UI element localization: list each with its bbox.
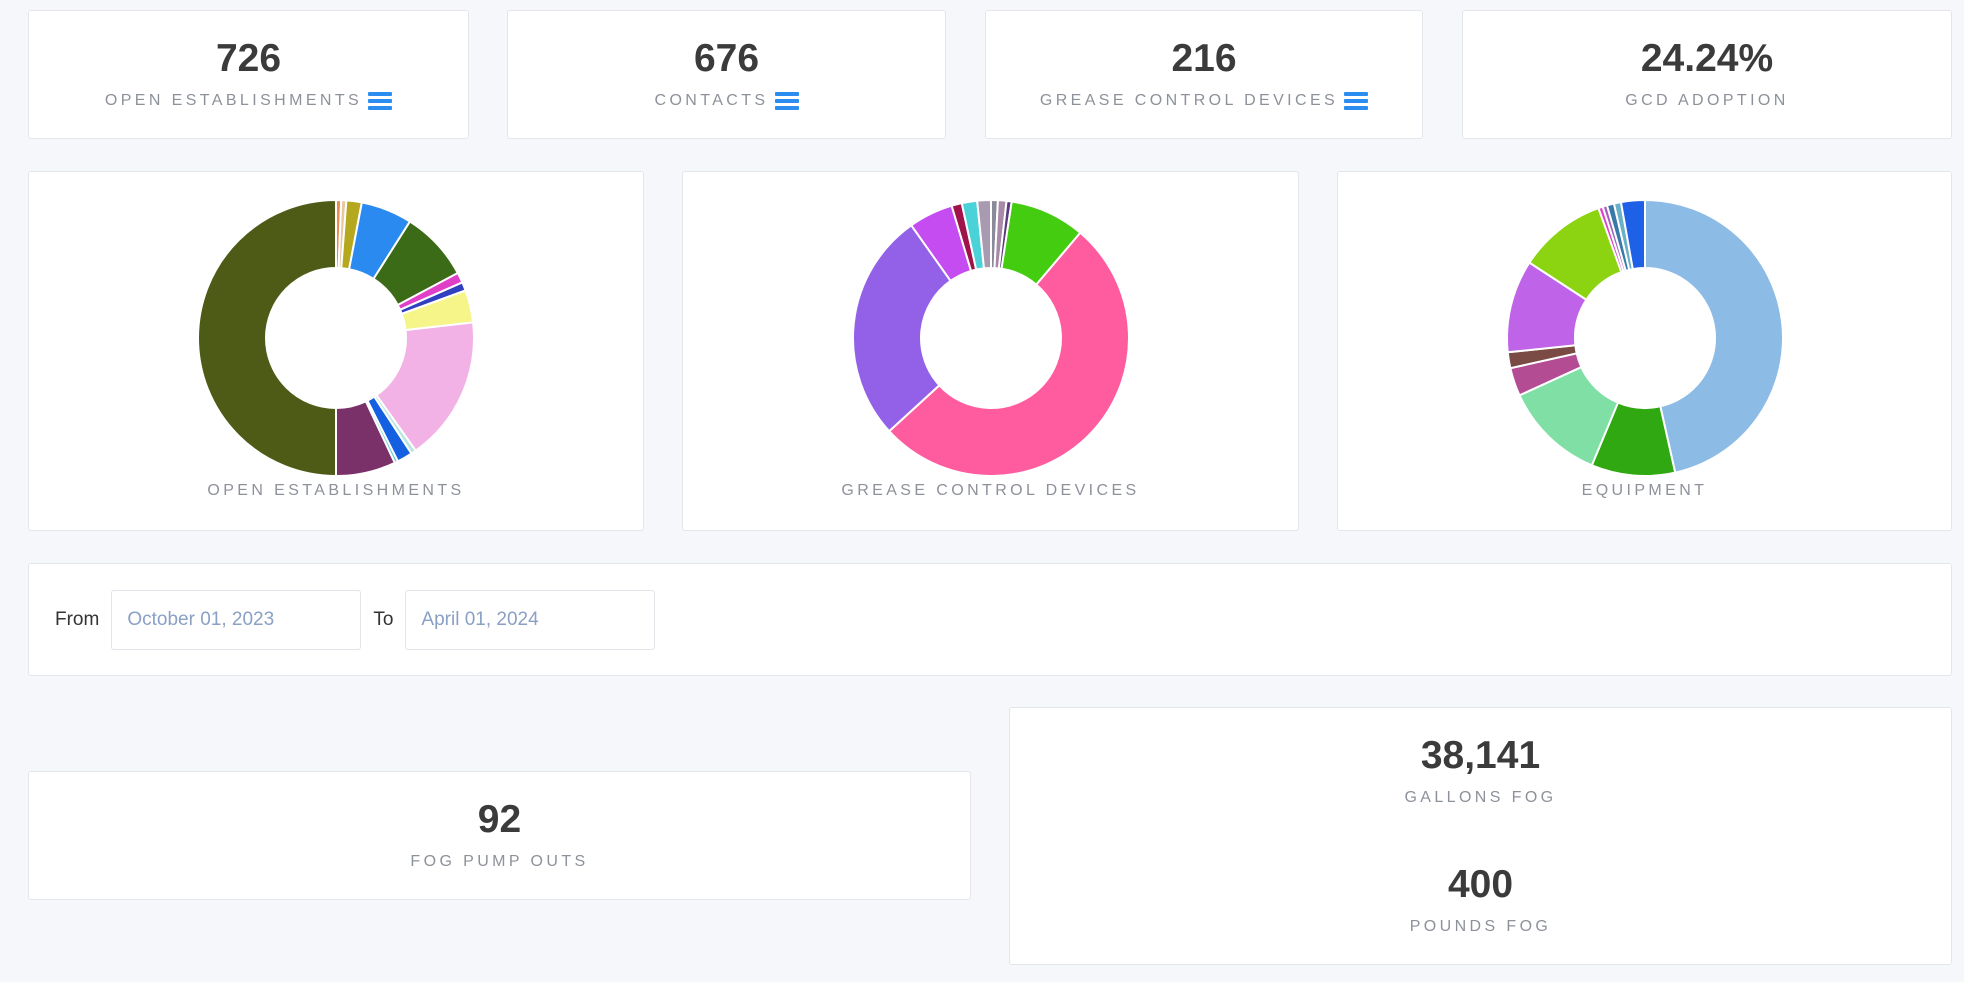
stat-value: 92 [477,798,522,841]
from-date-input[interactable] [111,589,362,650]
stat-label: FOG PUMP OUTS [410,853,589,870]
stat-card-fog-totals: 38,141 GALLONS FOG 400 POUNDS FOG [1009,707,1952,965]
stat-value: 38,141 [1420,734,1541,777]
stat-value: 24.24% [1640,37,1774,80]
chart-caption: EQUIPMENT [1581,482,1708,499]
stat-label: GALLONS FOG [1404,789,1557,806]
stat-label: POUNDS FOG [1409,918,1552,935]
stat-value: 216 [1171,37,1237,80]
gallons-fog-stat: 38,141 GALLONS FOG [1010,736,1951,807]
chart-caption: GREASE CONTROL DEVICES [841,482,1140,499]
menu-icon[interactable] [368,92,393,110]
stat-label-text: CONTACTS [654,92,769,109]
stat-label: OPEN ESTABLISHMENTS [104,92,393,110]
from-label: From [55,608,100,630]
pounds-fog-stat: 400 POUNDS FOG [1010,865,1951,936]
stat-label: GREASE CONTROL DEVICES [1039,92,1369,110]
stat-card-gcd-adoption: 24.24% GCD ADOPTION [1462,10,1952,139]
stat-card-fog-pump-outs: 92 FOG PUMP OUTS [28,771,971,900]
chart-card-open-establishments: OPEN ESTABLISHMENTS [28,171,644,531]
grease-control-devices-donut-chart[interactable] [851,198,1131,478]
donut-slice[interactable] [197,198,337,478]
menu-icon[interactable] [774,92,799,110]
chart-card-equipment: EQUIPMENT [1337,171,1952,531]
stat-label: GCD ADOPTION [1625,92,1789,109]
date-range-filter: From To [28,563,1952,676]
chart-caption: OPEN ESTABLISHMENTS [207,482,465,499]
stat-card-contacts: 676 CONTACTS [507,10,946,139]
stat-card-open-establishments: 726 OPEN ESTABLISHMENTS [28,10,469,139]
chart-card-grease-control-devices: GREASE CONTROL DEVICES [682,171,1299,531]
stat-value: 676 [693,37,760,80]
menu-icon[interactable] [1344,92,1369,110]
to-label: To [373,608,394,630]
stat-value: 400 [1447,863,1514,906]
stat-label-text: GREASE CONTROL DEVICES [1039,92,1339,109]
stat-label: CONTACTS [654,92,799,110]
stat-value: 726 [215,37,282,80]
equipment-donut-chart[interactable] [1505,198,1785,478]
open-establishments-donut-chart[interactable] [196,198,476,478]
stat-card-grease-control-devices: 216 GREASE CONTROL DEVICES [985,10,1423,139]
stat-label-text: OPEN ESTABLISHMENTS [104,92,363,109]
to-date-input[interactable] [405,589,656,650]
